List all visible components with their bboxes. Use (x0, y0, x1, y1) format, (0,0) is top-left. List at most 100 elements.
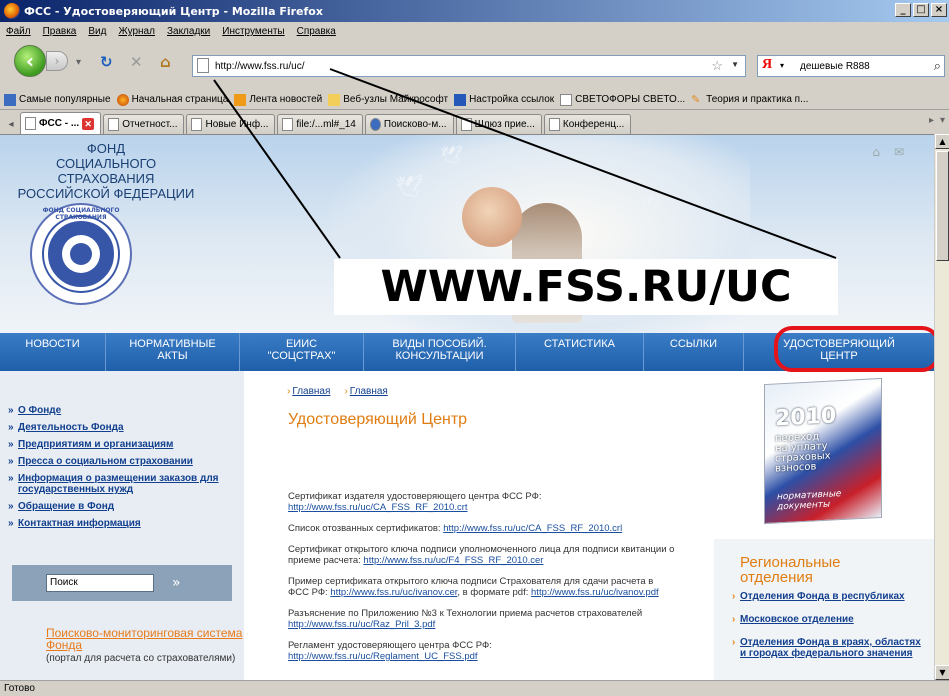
menu-edit[interactable]: Правка (43, 26, 77, 37)
regional-krai-link[interactable]: Отделения Фонда в краях, областях и горо… (732, 637, 922, 659)
crl-link[interactable]: http://www.fss.ru/uc/CA_FSS_RF_2010.crl (443, 523, 622, 534)
tab-item[interactable]: Отчетност... (103, 114, 185, 134)
explanation-link[interactable]: http://www.fss.ru/uc/Raz_Pril_3.pdf (288, 619, 435, 630)
tab-item[interactable]: Новые Инф... (186, 114, 276, 134)
regulations-link[interactable]: http://www.fss.ru/uc/Reglament_UC_FSS.pd… (288, 651, 478, 662)
left-menu-contacts[interactable]: Контактная информация (6, 518, 242, 529)
bookmark-item[interactable]: Веб-узлы Майкрософт (328, 93, 448, 106)
bookmark-item[interactable]: Самые популярные (4, 93, 111, 106)
breadcrumb-home[interactable]: Главная (344, 386, 388, 397)
url-text: http://www.fss.ru/uc/ (215, 60, 305, 72)
nav-news[interactable]: НОВОСТИ (0, 333, 106, 371)
tab-close-icon[interactable]: ✕ (82, 117, 95, 130)
reload-icon[interactable]: ↻ (100, 53, 113, 71)
left-menu-activity[interactable]: Деятельность Фонда (6, 422, 242, 433)
scroll-up-icon[interactable]: ▲ (935, 134, 949, 149)
left-menu-enterprises[interactable]: Предприятиям и организациям (6, 439, 242, 450)
menu-history[interactable]: Журнал (118, 26, 155, 37)
forward-button[interactable]: › (46, 51, 68, 71)
url-bar[interactable]: http://www.fss.ru/uc/ ☆ ▼ (192, 55, 746, 77)
insurance-contributions-banner[interactable]: 2010 переход на уплату страховых взносов… (764, 377, 882, 525)
bookmark-item[interactable]: Начальная страница (116, 93, 228, 106)
regional-moscow-link[interactable]: Московское отделение (732, 614, 922, 625)
vertical-scrollbar[interactable]: ▲ ▼ (934, 134, 949, 680)
history-dropdown-icon[interactable]: ▾ (76, 57, 81, 68)
globe-icon (369, 118, 381, 131)
bookmarks-toolbar: Самые популярные Начальная страница Лент… (0, 90, 949, 110)
bookmark-item[interactable]: СВЕТОФОРЫ СВЕТО... (560, 93, 685, 106)
menu-bar: Файл Правка Вид Журнал Закладки Инструме… (0, 22, 949, 41)
certificate-link[interactable]: http://www.fss.ru/uc/CA_FSS_RF_2010.crt (288, 502, 468, 513)
tab-item[interactable]: Шлюз прие... (455, 114, 542, 134)
header-photo-child (462, 187, 522, 247)
tab-item[interactable]: Поисково-м... (364, 114, 454, 134)
left-menu-press[interactable]: Пресса о социальном страховании (6, 456, 242, 467)
receipt-certificate-link[interactable]: http://www.fss.ru/uc/F4_FSS_RF_2010.cer (363, 555, 543, 566)
tab-scroll-left-icon[interactable]: ◂ (4, 116, 18, 134)
tab-fss[interactable]: ФСС - ... ✕ (20, 112, 102, 134)
search-go-icon[interactable]: » (172, 575, 181, 591)
minimize-button[interactable]: _ (895, 3, 911, 17)
home-icon[interactable]: ⌂ (160, 53, 171, 71)
rss-icon (234, 93, 247, 106)
search-icon[interactable]: ⌕ (934, 58, 941, 74)
nav-eiis[interactable]: ЕИИС "СОЦСТРАХ" (240, 333, 364, 371)
tab-item[interactable]: Конференц... (543, 114, 632, 134)
left-menu-appeal[interactable]: Обращение в Фонд (6, 501, 242, 512)
yandex-icon[interactable]: Я (762, 57, 772, 73)
highlight-oval (774, 326, 940, 372)
monitoring-system-link[interactable]: Поисково-мониторинговая система Фонда (46, 627, 246, 651)
tab-bar-controls: ▸ ▾ (929, 115, 945, 126)
stop-icon[interactable]: ✕ (130, 53, 143, 71)
firefox-icon (116, 93, 129, 106)
nav-benefits[interactable]: ВИДЫ ПОСОБИЙ. КОНСУЛЬТАЦИИ (364, 333, 516, 371)
regional-republics-link[interactable]: Отделения Фонда в республиках (732, 591, 922, 602)
search-bar[interactable]: Я ▾ дешевые R888 ⌕ (757, 55, 945, 77)
left-menu-procurement[interactable]: Информация о размещении заказов для госу… (6, 473, 242, 495)
home-icon[interactable]: ⌂ (872, 145, 880, 159)
page-icon (191, 118, 203, 131)
back-button[interactable]: ‹ (14, 45, 46, 77)
nav-statistics[interactable]: СТАТИСТИКА (516, 333, 644, 371)
menu-tools[interactable]: Инструменты (222, 26, 284, 37)
list-tabs-icon[interactable]: ▾ (940, 115, 945, 126)
tab-scroll-right-icon[interactable]: ▸ (929, 115, 934, 126)
menu-file[interactable]: Файл (6, 26, 31, 37)
menu-help[interactable]: Справка (297, 26, 336, 37)
nav-normative-acts[interactable]: НОРМАТИВНЫЕ АКТЫ (106, 333, 240, 371)
status-bar: Готово (0, 680, 949, 695)
nav-links[interactable]: ССЫЛКИ (644, 333, 744, 371)
search-bar-value: дешевые R888 (800, 60, 870, 72)
sample-certificate-pdf-link[interactable]: http://www.fss.ru/uc/ivanov.pdf (531, 587, 659, 598)
ms-icon (454, 93, 467, 106)
bookmark-item[interactable]: Настройка ссылок (454, 93, 554, 106)
page-icon (460, 118, 472, 131)
url-dropdown-icon[interactable]: ▼ (731, 60, 739, 69)
page-icon (548, 118, 560, 131)
menu-view[interactable]: Вид (88, 26, 106, 37)
breadcrumb-home[interactable]: Главная (287, 386, 330, 397)
tab-item[interactable]: file:/...ml#_14 (277, 114, 363, 134)
scroll-thumb[interactable] (936, 151, 949, 261)
dove-icon: 🕊 (395, 175, 423, 200)
maximize-button[interactable]: □ (913, 3, 929, 17)
navigation-toolbar: ‹ › ▾ ↻ ✕ ⌂ http://www.fss.ru/uc/ ☆ ▼ Я … (0, 41, 949, 91)
page-icon (560, 93, 573, 106)
menu-bookmarks[interactable]: Закладки (167, 26, 210, 37)
window-controls: _ □ × (895, 3, 947, 17)
search-engine-dropdown-icon[interactable]: ▾ (780, 61, 784, 70)
bookmark-item[interactable]: Лента новостей (234, 93, 322, 106)
sample-certificate-link[interactable]: http://www.fss.ru/uc/ivanov.cer (330, 587, 457, 598)
page-icon (197, 58, 209, 73)
scroll-down-icon[interactable]: ▼ (935, 665, 949, 680)
monitoring-system-desc: (портал для расчета со страхователями) (46, 653, 236, 664)
left-menu-about[interactable]: О Фонде (6, 405, 242, 416)
site-search-input[interactable]: Поиск (46, 574, 154, 592)
bookmark-star-icon[interactable]: ☆ (711, 58, 723, 74)
bookmark-item[interactable]: ✎ Теория и практика п... (691, 94, 808, 106)
dove-icon: 🕊 (640, 195, 661, 214)
left-sidebar: О Фонде Деятельность Фонда Предприятиям … (0, 371, 244, 680)
tab-bar: ◂ ФСС - ... ✕ Отчетност... Новые Инф... f… (0, 112, 949, 134)
mail-icon[interactable]: ✉ (894, 145, 904, 159)
close-window-button[interactable]: × (931, 3, 947, 17)
